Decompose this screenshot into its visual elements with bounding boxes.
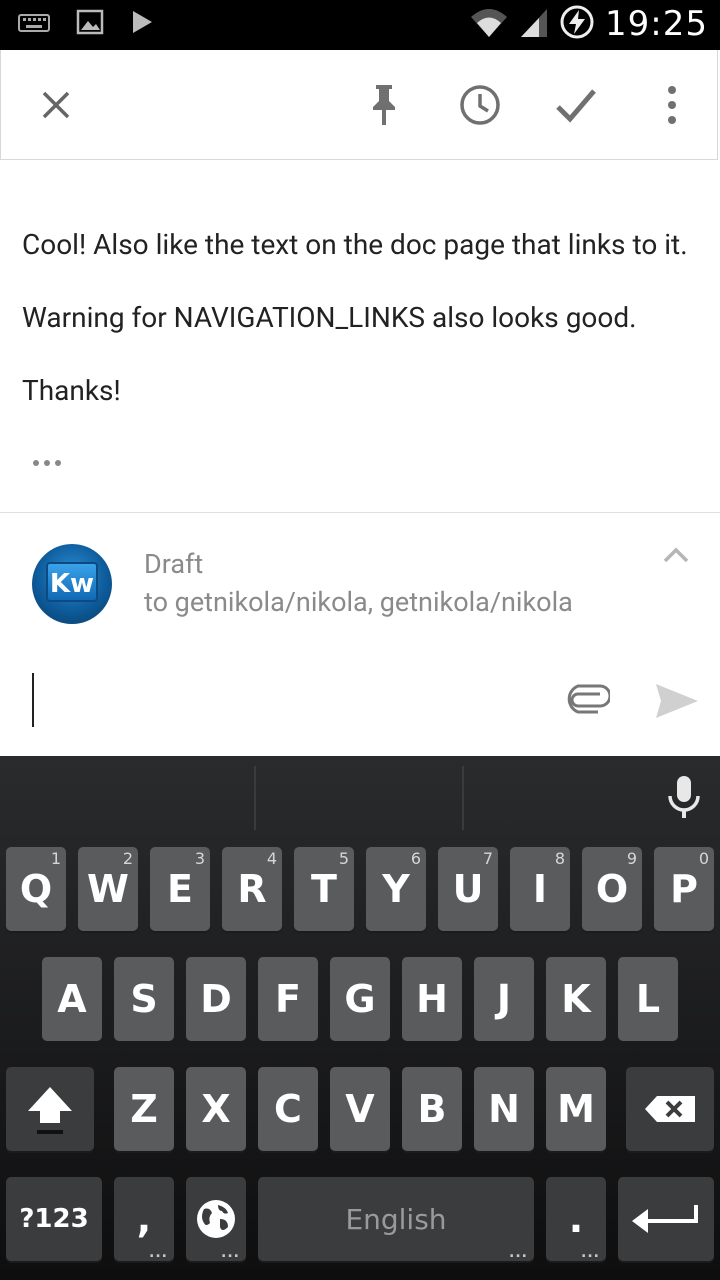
- suggestion-divider: [254, 766, 256, 830]
- paperclip-icon: [567, 684, 612, 714]
- key-k[interactable]: K: [546, 957, 606, 1041]
- key-c[interactable]: C: [258, 1067, 318, 1151]
- key-v[interactable]: V: [330, 1067, 390, 1151]
- snooze-button[interactable]: [455, 80, 505, 130]
- key-d[interactable]: D: [186, 957, 246, 1041]
- checkmark-icon: [556, 89, 596, 123]
- suggestion-strip: [0, 756, 720, 832]
- chevron-up-icon: [663, 547, 689, 563]
- key-i[interactable]: I8: [510, 847, 570, 931]
- key-t[interactable]: T5: [294, 847, 354, 931]
- divider: [0, 512, 720, 513]
- more-options-button[interactable]: [647, 80, 697, 130]
- microphone-icon: [668, 776, 700, 818]
- enter-key[interactable]: [618, 1177, 714, 1261]
- key-w[interactable]: W2: [78, 847, 138, 931]
- message-line: Thanks!: [22, 374, 121, 407]
- key-b[interactable]: B: [402, 1067, 462, 1151]
- globe-icon: [197, 1200, 235, 1238]
- symbols-key[interactable]: ?123: [6, 1177, 102, 1261]
- send-button[interactable]: [654, 682, 700, 724]
- key-e[interactable]: E3: [150, 847, 210, 931]
- key-r[interactable]: R4: [222, 847, 282, 931]
- close-icon: [42, 91, 70, 119]
- status-bar: 19:25: [0, 0, 720, 50]
- suggestion-divider: [462, 766, 464, 830]
- draft-label: Draft: [144, 548, 204, 580]
- battery-charging-icon: [559, 4, 595, 44]
- key-p[interactable]: P0: [654, 847, 714, 931]
- collapse-button[interactable]: [662, 545, 690, 569]
- message-body: Cool! Also like the text on the doc page…: [22, 226, 702, 445]
- key-j[interactable]: J: [474, 957, 534, 1041]
- key-o[interactable]: O9: [582, 847, 642, 931]
- avatar[interactable]: Kw: [32, 544, 112, 624]
- send-icon: [656, 684, 698, 718]
- key-z[interactable]: Z: [114, 1067, 174, 1151]
- key-a[interactable]: A: [42, 957, 102, 1041]
- signal-icon: [519, 5, 549, 43]
- key-f[interactable]: F: [258, 957, 318, 1041]
- wifi-icon: [469, 5, 509, 43]
- language-key[interactable]: ...: [186, 1177, 246, 1261]
- reply-text-cursor[interactable]: [32, 673, 34, 727]
- avatar-label: Kw: [46, 562, 98, 602]
- key-l[interactable]: L: [618, 957, 678, 1041]
- key-x[interactable]: X: [186, 1067, 246, 1151]
- image-icon: [76, 8, 104, 40]
- message-line: Cool! Also like the text on the doc page…: [22, 228, 688, 261]
- enter-icon: [632, 1205, 698, 1233]
- key-s[interactable]: S: [114, 957, 174, 1041]
- done-button[interactable]: [551, 80, 601, 130]
- voice-input-button[interactable]: [664, 774, 704, 824]
- key-h[interactable]: H: [402, 957, 462, 1041]
- period-key[interactable]: ....: [546, 1177, 606, 1261]
- pin-button[interactable]: [359, 80, 409, 130]
- backspace-icon: [645, 1096, 695, 1122]
- space-key[interactable]: English...: [258, 1177, 534, 1261]
- key-g[interactable]: G: [330, 957, 390, 1041]
- key-n[interactable]: N: [474, 1067, 534, 1151]
- more-vertical-icon: [668, 86, 676, 124]
- draft-recipients: to getnikola/nikola, getnikola/nikola: [144, 586, 573, 618]
- attach-button[interactable]: [566, 684, 612, 718]
- soft-keyboard: Q1 W2 E3 R4 T5 Y6 U7 I8 O9 P0 A S D F G …: [0, 756, 720, 1280]
- pin-icon: [373, 85, 395, 125]
- comma-key[interactable]: ,...: [114, 1177, 174, 1261]
- action-toolbar: [0, 50, 718, 160]
- show-quoted-text-button[interactable]: [33, 460, 61, 466]
- clock-icon: [460, 85, 500, 125]
- key-y[interactable]: Y6: [366, 847, 426, 931]
- play-icon: [130, 8, 154, 40]
- key-u[interactable]: U7: [438, 847, 498, 931]
- keyboard-icon: [18, 11, 50, 37]
- shift-key[interactable]: [6, 1067, 94, 1151]
- key-m[interactable]: M: [546, 1067, 606, 1151]
- close-button[interactable]: [31, 80, 81, 130]
- message-line: Warning for NAVIGATION_LINKS also looks …: [22, 301, 637, 334]
- shift-icon: [28, 1087, 72, 1134]
- backspace-key[interactable]: [626, 1067, 714, 1151]
- key-q[interactable]: Q1: [6, 847, 66, 931]
- status-time: 19:25: [605, 4, 708, 44]
